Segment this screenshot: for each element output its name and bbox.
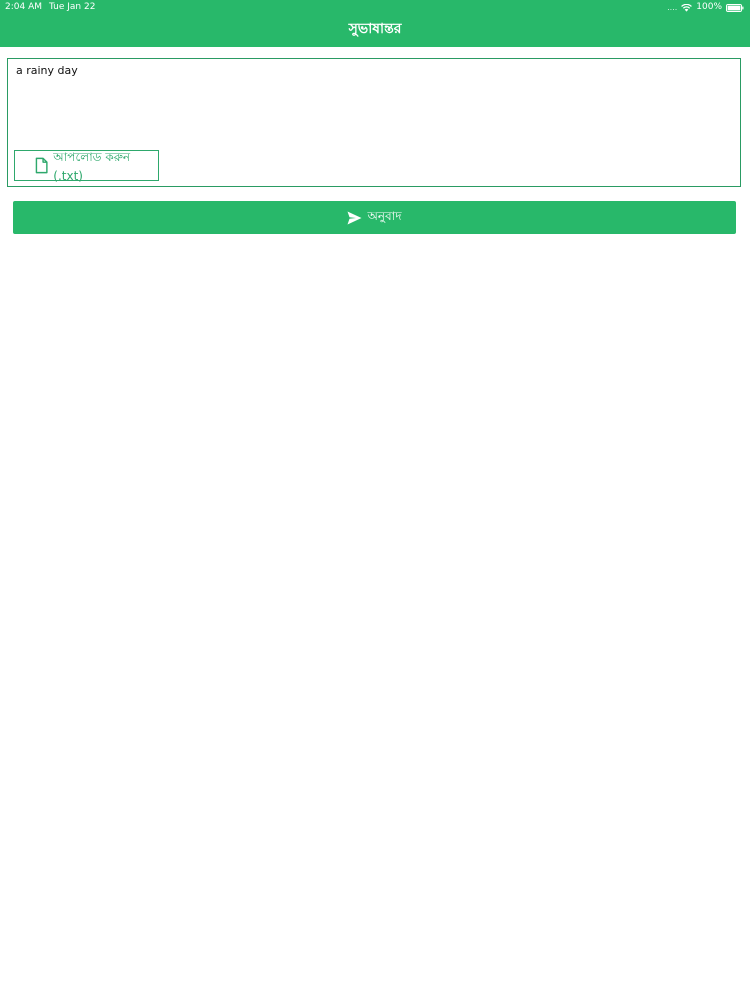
status-date: Tue Jan 22 <box>49 2 96 12</box>
file-icon <box>35 157 48 174</box>
app-header: 2:04 AM Tue Jan 22 .... 100% সুভাষান্তর <box>0 0 750 47</box>
page-title: সুভাষান্তর <box>348 21 402 37</box>
status-indicators: .... 100% <box>667 0 744 15</box>
translate-button-label: অনুবাদ <box>367 208 402 223</box>
input-text[interactable]: a rainy day <box>16 64 78 77</box>
battery-icon <box>726 3 744 12</box>
signal-indicator: .... <box>667 3 678 12</box>
status-bar: 2:04 AM Tue Jan 22 .... 100% <box>0 0 750 15</box>
battery-percent: 100% <box>696 2 722 12</box>
upload-button-label: আপলোড করুন (.txt) <box>53 149 131 183</box>
translate-button[interactable]: অনুবাদ <box>13 201 736 234</box>
upload-txt-button[interactable]: আপলোড করুন (.txt) <box>14 149 159 183</box>
text-input-area[interactable]: a rainy day আপলোড করুন (.txt) <box>7 58 741 187</box>
wifi-icon <box>681 3 693 12</box>
status-time: 2:04 AM <box>5 2 42 12</box>
send-icon <box>347 211 362 224</box>
